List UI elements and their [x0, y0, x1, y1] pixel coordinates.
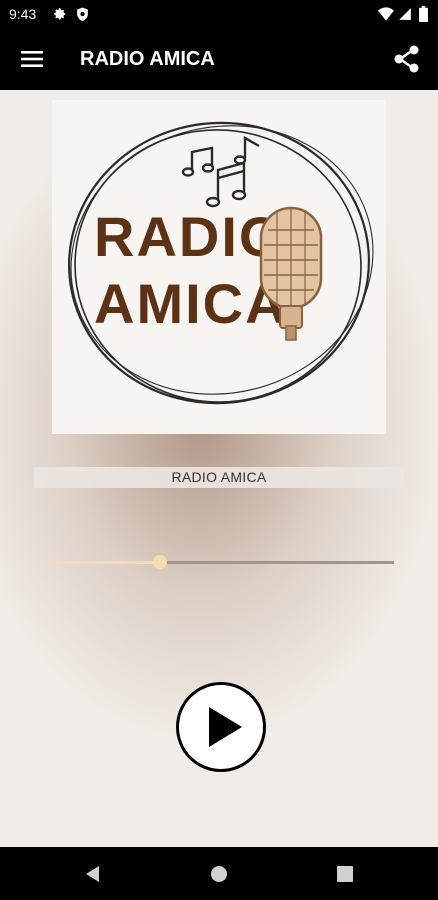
battery-icon — [419, 6, 428, 22]
status-bar: 9:43 — [0, 0, 438, 30]
play-button[interactable] — [176, 682, 266, 772]
slider-fill — [45, 561, 160, 564]
cell-signal-icon — [399, 8, 411, 20]
logo-text-amica: AMICA — [94, 272, 288, 335]
home-icon[interactable] — [210, 865, 228, 883]
music-notes-icon — [181, 135, 260, 208]
station-name: RADIO AMICA — [34, 467, 404, 488]
menu-icon[interactable] — [21, 50, 43, 68]
system-nav-bar — [0, 847, 438, 900]
wifi-icon — [378, 7, 394, 21]
slider-thumb[interactable] — [153, 555, 167, 569]
app-bar: RADIO AMICA — [0, 30, 438, 90]
status-time: 9:43 — [9, 6, 37, 22]
logo-artwork: RADIO AMICA — [68, 121, 374, 405]
station-logo: RADIO AMICA — [52, 100, 386, 434]
app-title: RADIO AMICA — [80, 48, 215, 70]
logo-text-radio: RADIO — [94, 205, 284, 268]
settings-icon — [54, 8, 66, 20]
back-icon[interactable] — [84, 865, 102, 883]
play-icon — [209, 707, 242, 747]
shield-icon — [77, 7, 88, 21]
recents-icon[interactable] — [337, 866, 353, 882]
share-icon[interactable] — [392, 44, 422, 74]
player-screen: RADIO AMICA RADIO AMICA — [0, 90, 438, 847]
volume-slider[interactable] — [45, 552, 394, 572]
